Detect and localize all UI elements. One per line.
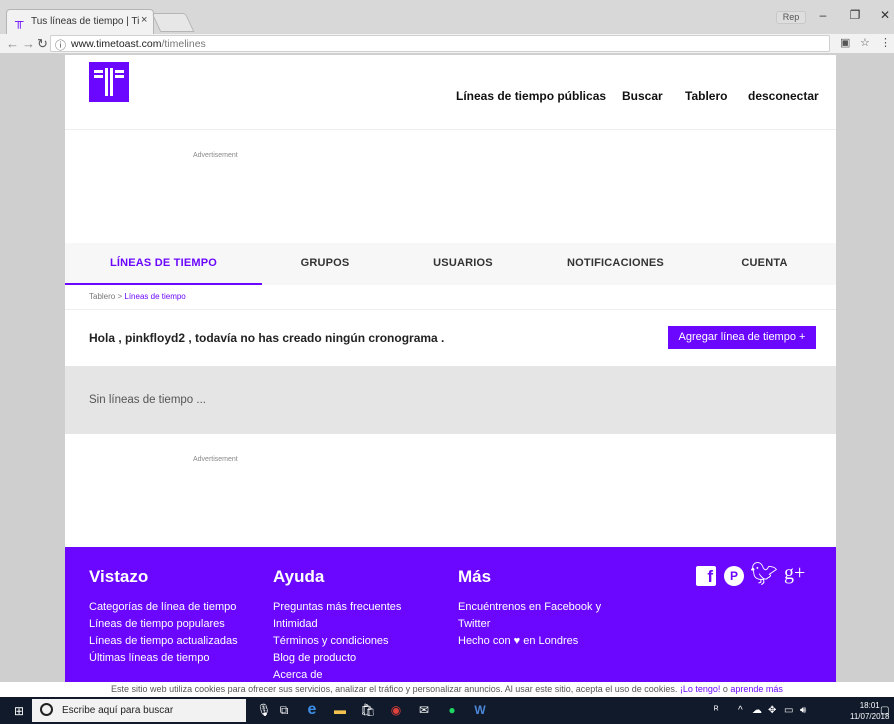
page-viewport: Líneas de tiempo públicas Buscar Tablero… (0, 55, 894, 682)
new-tab-button[interactable] (151, 13, 195, 32)
taskbar-search[interactable]: Escribe aquí para buscar (32, 699, 246, 722)
advertisement-label: Advertisement (193, 152, 238, 159)
info-icon[interactable]: ⓘ (55, 37, 66, 53)
cookie-learn-more-link[interactable]: aprende más (730, 684, 783, 694)
pinterest-icon[interactable]: P (724, 566, 744, 586)
facebook-icon[interactable]: f (696, 566, 716, 586)
chrome-icon[interactable]: ◉ (388, 702, 404, 718)
footer-column-glance: Vistazo Categorías de línea de tiempo Lí… (89, 567, 238, 667)
tab-timelines[interactable]: LÍNEAS DE TIEMPO (65, 243, 262, 285)
chrome-menu-icon[interactable]: ⋮ (880, 36, 891, 49)
nav-public-timelines[interactable]: Líneas de tiempo públicas (456, 89, 606, 103)
breadcrumb-separator: > (115, 292, 125, 301)
address-bar[interactable]: ⓘ www.timetoast.com/timelines (50, 35, 830, 52)
footer-heading: Más (458, 567, 492, 586)
word-icon[interactable]: W (472, 702, 488, 718)
tab-notifications[interactable]: NOTIFICACIONES (538, 243, 693, 285)
breadcrumb: Tablero > Líneas de tiempo (89, 292, 186, 301)
browser-tab[interactable]: ╥ Tus líneas de tiempo | Tim × (6, 9, 154, 34)
back-icon[interactable]: ← (6, 36, 19, 51)
nav-logout[interactable]: desconectar (748, 89, 819, 103)
network-icon[interactable]: ▭ (784, 705, 793, 716)
footer-link[interactable]: Encuéntrenos en Facebook y (458, 599, 601, 616)
people-icon[interactable]: ᴿ (714, 705, 719, 716)
google-plus-icon[interactable]: g+ (784, 562, 805, 585)
windows-taskbar: ⊞ Escribe aquí para buscar 🎙︎ ⧉ e ▬ 🛍︎ ◉… (0, 697, 894, 724)
footer-link[interactable]: Categorías de línea de tiempo (89, 599, 238, 616)
footer-link[interactable]: Líneas de tiempo actualizadas (89, 633, 238, 650)
footer-link[interactable]: Twitter (458, 616, 601, 633)
timetoast-favicon-icon: ╥ (15, 14, 24, 28)
footer-link[interactable]: Blog de producto (273, 650, 401, 667)
divider (65, 309, 836, 310)
browser-toolbar: ← → ↻ ⓘ www.timetoast.com/timelines ▣ ☆ … (0, 34, 894, 54)
restore-icon[interactable]: ❐ (847, 8, 863, 22)
url-path: /timelines (161, 38, 206, 50)
spotify-icon[interactable]: ● (444, 702, 460, 718)
translate-icon[interactable]: ▣ (840, 36, 850, 49)
footer-link[interactable]: Preguntas más frecuentes (273, 599, 401, 616)
tray-chevron-up-icon[interactable]: ^ (738, 705, 743, 716)
breadcrumb-root[interactable]: Tablero (89, 292, 115, 301)
bookmark-star-icon[interactable]: ☆ (860, 36, 870, 49)
page-content: Líneas de tiempo públicas Buscar Tablero… (65, 55, 836, 682)
footer-heading: Ayuda (273, 567, 325, 586)
store-icon[interactable]: 🛍︎ (360, 702, 376, 718)
cortana-icon (40, 703, 53, 716)
profile-button[interactable]: Rep (776, 11, 806, 24)
windows-start-icon[interactable]: ⊞ (14, 704, 24, 718)
forward-icon[interactable]: → (22, 36, 35, 51)
cookie-or: o (720, 684, 731, 694)
footer-column-help: Ayuda Preguntas más frecuentes Intimidad… (273, 567, 401, 682)
tab-groups[interactable]: GRUPOS (262, 243, 388, 285)
tab-users[interactable]: USUARIOS (388, 243, 538, 285)
edge-icon[interactable]: e (304, 702, 320, 718)
taskbar-search-placeholder: Escribe aquí para buscar (62, 705, 174, 716)
footer-made-with-love: Hecho con ♥ en Londres (458, 635, 579, 647)
browser-tab-title: Tus líneas de tiempo | Tim (31, 16, 139, 27)
mail-icon[interactable]: ✉ (416, 702, 432, 718)
site-header: Líneas de tiempo públicas Buscar Tablero… (65, 55, 836, 130)
breadcrumb-current[interactable]: Líneas de tiempo (124, 292, 185, 301)
close-window-icon[interactable]: ✕ (877, 8, 893, 22)
notifications-icon[interactable]: ▢ (880, 705, 889, 716)
nav-dashboard[interactable]: Tablero (685, 89, 727, 103)
onedrive-icon[interactable]: ☁ (752, 705, 762, 716)
cookie-banner: Este sitio web utiliza cookies para ofre… (0, 682, 894, 697)
browser-tabstrip: ╥ Tus líneas de tiempo | Tim × Rep – ❐ ✕ (0, 0, 894, 34)
advertisement-label-2: Advertisement (193, 456, 238, 463)
address-url: www.timetoast.com/timelines (71, 38, 206, 50)
empty-timelines-text: Sin líneas de tiempo ... (89, 394, 206, 406)
cookie-text: Este sitio web utiliza cookies para ofre… (111, 684, 678, 694)
footer-link[interactable]: Acerca de (273, 667, 401, 682)
footer-link[interactable]: Líneas de tiempo populares (89, 616, 238, 633)
nav-search[interactable]: Buscar (622, 89, 663, 103)
footer-heading: Vistazo (89, 567, 149, 586)
site-footer: Vistazo Categorías de línea de tiempo Lí… (65, 547, 836, 682)
add-timeline-button[interactable]: Agregar línea de tiempo + (668, 326, 816, 349)
footer-link[interactable]: Términos y condiciones (273, 633, 401, 650)
reload-icon[interactable]: ↻ (37, 36, 48, 52)
url-host: www.timetoast.com (71, 38, 162, 50)
file-explorer-icon[interactable]: ▬ (332, 702, 348, 718)
minimize-icon[interactable]: – (815, 8, 831, 22)
footer-column-more: Más Encuéntrenos en Facebook y Twitter H… (458, 567, 601, 650)
twitter-icon[interactable]: 🐦︎ (750, 561, 778, 587)
volume-icon[interactable]: 🔊︎ (800, 705, 806, 716)
greeting-message: Hola , pinkfloyd2 , todavía no has cread… (89, 331, 445, 345)
footer-link[interactable]: Intimidad (273, 616, 401, 633)
cookie-accept-link[interactable]: ¡Lo tengo! (680, 684, 721, 694)
footer-link[interactable]: Últimas líneas de tiempo (89, 650, 238, 667)
tab-account[interactable]: CUENTA (693, 243, 836, 285)
dropbox-icon[interactable]: ✥ (768, 705, 776, 716)
close-tab-icon[interactable]: × (141, 14, 147, 26)
timetoast-logo-icon[interactable] (89, 62, 129, 102)
section-tabs: LÍNEAS DE TIEMPO GRUPOS USUARIOS NOTIFIC… (65, 243, 836, 285)
empty-timelines-panel: Sin líneas de tiempo ... (65, 366, 836, 434)
microphone-icon[interactable]: 🎙︎ (256, 702, 272, 718)
task-view-icon[interactable]: ⧉ (276, 702, 292, 718)
